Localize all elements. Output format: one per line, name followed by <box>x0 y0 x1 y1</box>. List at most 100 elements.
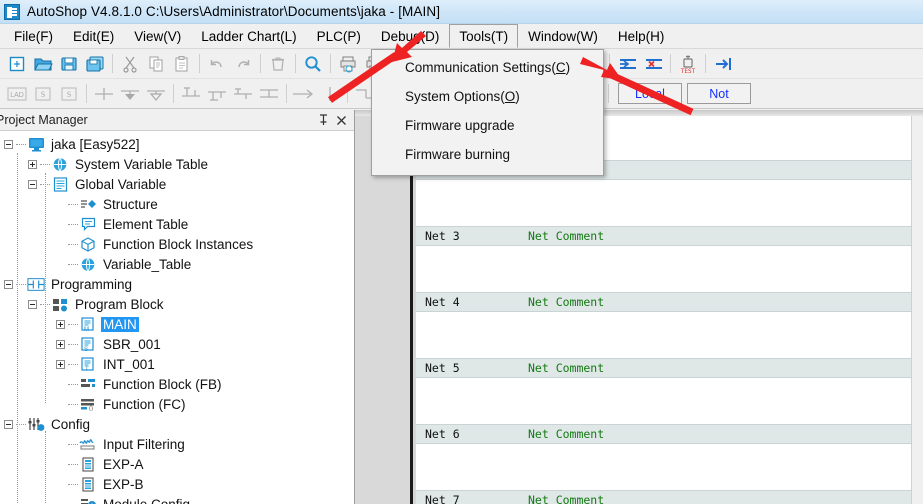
net-header-row[interactable]: Net 4Net Comment <box>416 292 911 312</box>
paste-icon[interactable] <box>169 52 195 76</box>
new-file-icon[interactable] <box>4 52 30 76</box>
branch-right-icon[interactable] <box>256 82 282 106</box>
delete-icon[interactable] <box>265 52 291 76</box>
close-icon[interactable] <box>332 111 350 129</box>
undo-icon[interactable] <box>204 52 230 76</box>
net-header-row[interactable]: Net 7Net Comment <box>416 490 911 504</box>
contact-down-icon[interactable] <box>117 82 143 106</box>
copy-icon[interactable] <box>143 52 169 76</box>
tools-dropdown-menu[interactable]: Communication Settings(C) System Options… <box>371 49 604 176</box>
net-body-area[interactable] <box>416 444 911 490</box>
expand-node-toggle[interactable] <box>56 320 65 329</box>
tree-node[interactable]: EXP-B <box>0 474 354 494</box>
save-icon[interactable] <box>56 52 82 76</box>
branch-down-icon[interactable] <box>204 82 230 106</box>
tree-node[interactable]: ()Function (FC) <box>0 394 354 414</box>
tree-node[interactable]: Element Table <box>0 214 354 234</box>
sfc-mode-icon[interactable]: S <box>56 82 82 106</box>
local-mode-button[interactable]: Local <box>618 83 682 104</box>
toolbar-separator <box>608 84 609 103</box>
pin-icon[interactable] <box>314 111 332 129</box>
download-icon[interactable] <box>710 52 736 76</box>
menu-ladder-chart[interactable]: Ladder Chart(L) <box>191 24 306 48</box>
interrupt-routine-icon: T <box>79 356 97 372</box>
net-comment[interactable]: Net Comment <box>528 361 604 375</box>
net-body-area[interactable] <box>416 246 911 292</box>
menu-file[interactable]: File(F) <box>4 24 63 48</box>
tree-node[interactable]: Structure <box>0 194 354 214</box>
save-all-icon[interactable] <box>82 52 108 76</box>
menu-help[interactable]: Help(H) <box>608 24 675 48</box>
redo-icon[interactable] <box>230 52 256 76</box>
collapse-node-toggle[interactable] <box>4 420 13 429</box>
net-comment[interactable]: Net Comment <box>528 295 604 309</box>
tree-node[interactable]: System Variable Table <box>0 154 354 174</box>
tree-node[interactable]: Config <box>0 414 354 434</box>
tree-node[interactable]: TINT_001 <box>0 354 354 374</box>
tree-node[interactable]: MMAIN <box>0 314 354 334</box>
print-preview-icon[interactable] <box>335 52 361 76</box>
lad-mode-icon[interactable]: LAD <box>4 82 30 106</box>
tree-connector <box>68 364 78 365</box>
branch-left-icon[interactable] <box>230 82 256 106</box>
tree-node[interactable]: EXP-A <box>0 454 354 474</box>
usb-test-icon[interactable]: TEST <box>675 52 701 76</box>
net-body-area[interactable] <box>416 180 911 226</box>
net-comment[interactable]: Net Comment <box>528 493 604 504</box>
menu-item-firmware-burning[interactable]: Firmware burning <box>372 140 603 169</box>
tree-node[interactable]: Input Filtering <box>0 434 354 454</box>
net-header-row[interactable]: Net 3Net Comment <box>416 226 911 246</box>
toolbar-separator <box>112 54 113 73</box>
menu-edit[interactable]: Edit(E) <box>63 24 124 48</box>
delete-row-icon[interactable] <box>640 52 666 76</box>
open-folder-icon[interactable] <box>30 52 56 76</box>
insert-row-icon[interactable] <box>614 52 640 76</box>
tree-node[interactable]: Variable_Table <box>0 254 354 274</box>
menu-item-firmware-upgrade[interactable]: Firmware upgrade <box>372 111 603 140</box>
cut-icon[interactable] <box>117 52 143 76</box>
menu-plc[interactable]: PLC(P) <box>307 24 371 48</box>
collapse-node-toggle[interactable] <box>28 180 37 189</box>
menu-item-system-options[interactable]: System Options(O) <box>372 82 603 111</box>
tree-node[interactable]: Global Variable <box>0 174 354 194</box>
tree-node[interactable]: Function Block (FB) <box>0 374 354 394</box>
net-body-area[interactable] <box>416 312 911 358</box>
collapse-node-toggle[interactable] <box>28 300 37 309</box>
search-icon[interactable] <box>300 52 326 76</box>
net-header-row[interactable]: Net 5Net Comment <box>416 358 911 378</box>
tree-connector <box>68 244 78 245</box>
tree-node[interactable]: Function Block Instances <box>0 234 354 254</box>
expand-node-toggle[interactable] <box>56 360 65 369</box>
net-body-area[interactable] <box>416 378 911 424</box>
branch-up-icon[interactable] <box>178 82 204 106</box>
collapse-node-toggle[interactable] <box>4 280 13 289</box>
collapse-node-toggle[interactable] <box>4 140 13 149</box>
menu-view[interactable]: View(V) <box>124 24 191 48</box>
toolbar-separator <box>199 54 200 73</box>
menu-item-communication-settings[interactable]: Communication Settings(C) <box>372 53 603 82</box>
menu-debug[interactable]: Debug(D) <box>371 24 450 48</box>
net-header-row[interactable]: Net 6Net Comment <box>416 424 911 444</box>
tree-node-label: Program Block <box>73 297 166 312</box>
expand-node-toggle[interactable] <box>28 160 37 169</box>
tree-node[interactable]: Program Block <box>0 294 354 314</box>
menu-window[interactable]: Window(W) <box>518 24 608 48</box>
horizontal-line-icon[interactable] <box>291 82 317 106</box>
net-comment[interactable]: Net Comment <box>528 427 604 441</box>
vertical-scrollbar[interactable] <box>911 116 923 504</box>
contact-no-icon[interactable] <box>91 82 117 106</box>
menu-tools[interactable]: Tools(T) <box>449 24 518 48</box>
tree-connector <box>68 404 78 405</box>
vertical-line-icon[interactable] <box>317 82 343 106</box>
tree-node[interactable]: jaka [Easy522] <box>0 134 354 154</box>
tree-node[interactable]: SSBR_001 <box>0 334 354 354</box>
project-tree[interactable]: jaka [Easy522]System Variable TableGloba… <box>0 131 354 504</box>
tree-node[interactable]: Programming <box>0 274 354 294</box>
contact-up-icon[interactable] <box>143 82 169 106</box>
tree-node[interactable]: Module Config <box>0 494 354 504</box>
net-comment[interactable]: Net Comment <box>528 229 604 243</box>
expand-node-toggle[interactable] <box>56 340 65 349</box>
not-connected-button[interactable]: Not <box>687 83 751 104</box>
stl-mode-icon[interactable]: S <box>30 82 56 106</box>
menu-item-firmware-burning-label: Firmware burning <box>405 147 510 162</box>
